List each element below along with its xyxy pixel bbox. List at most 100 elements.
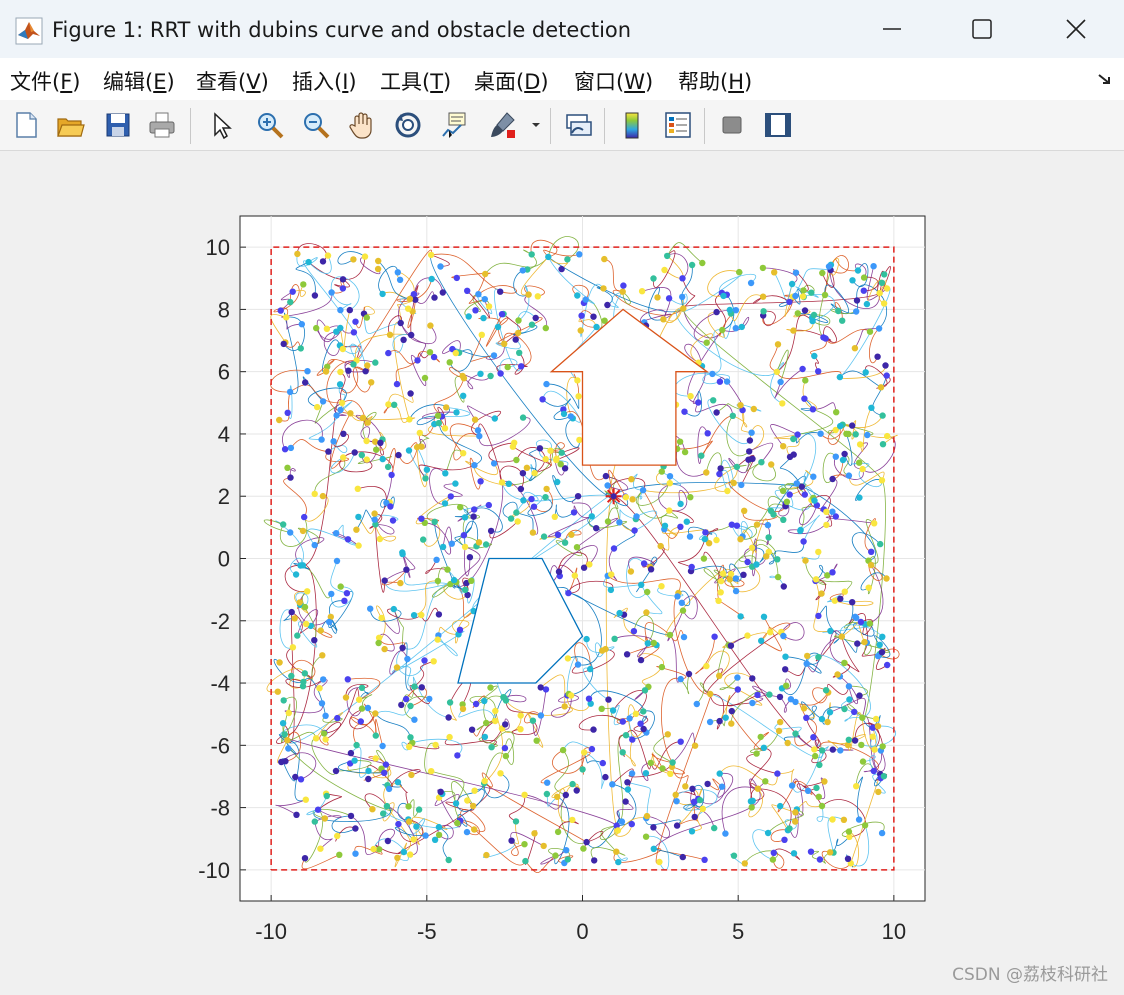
tree-node: [599, 647, 606, 654]
tree-node: [497, 770, 504, 777]
new-figure-button[interactable]: [8, 107, 44, 143]
y-tick-label: -2: [210, 609, 230, 634]
tree-node: [699, 259, 706, 267]
tree-node: [284, 464, 291, 471]
tree-node: [832, 453, 839, 460]
menu-desktop-key: D: [524, 70, 541, 94]
open-button[interactable]: [52, 107, 88, 143]
tree-node: [744, 632, 751, 639]
tree-node: [624, 779, 631, 786]
data-cursor-button[interactable]: [436, 107, 472, 143]
tree-node: [319, 258, 327, 265]
tree-node: [777, 378, 784, 386]
brush-dropdown[interactable]: [526, 107, 546, 143]
tree-node: [811, 497, 818, 504]
tree-node: [599, 759, 606, 767]
tree-node: [351, 449, 358, 456]
tree-node: [405, 305, 412, 312]
tree-node: [601, 255, 608, 263]
title-bar[interactable]: Figure 1: RRT with dubins curve and obst…: [0, 0, 1124, 58]
tree-node: [626, 715, 633, 722]
tree-node: [644, 640, 651, 647]
tree-node: [432, 741, 439, 749]
print-button[interactable]: [144, 107, 180, 143]
brush-button[interactable]: [484, 107, 520, 143]
pan-button[interactable]: [344, 107, 380, 143]
hide-plot-tools-button[interactable]: [714, 107, 750, 143]
close-button[interactable]: [1030, 0, 1122, 58]
tree-node: [314, 403, 321, 411]
tree-node: [870, 263, 877, 270]
tree-node: [562, 791, 569, 799]
zoom-in-button[interactable]: [252, 107, 288, 143]
tree-node: [468, 577, 475, 584]
menu-edit[interactable]: 编辑(E): [103, 66, 175, 96]
tree-node: [779, 400, 786, 407]
tree-node: [394, 269, 401, 276]
tree-node: [730, 479, 737, 487]
edit-plot-button[interactable]: [202, 107, 238, 143]
legend-button[interactable]: [660, 107, 696, 143]
tree-node: [780, 632, 787, 640]
menu-file[interactable]: 文件(F): [10, 66, 81, 96]
tree-node: [547, 447, 554, 454]
menu-help[interactable]: 帮助(H): [678, 66, 752, 96]
tree-node: [369, 806, 376, 813]
menu-desktop[interactable]: 桌面(D): [474, 66, 549, 96]
figure-canvas[interactable]: -10 -5 0 5 10 -10 -8 -6 -4 -2 0 2 4 6 8 10: [0, 151, 1124, 995]
tree-node: [463, 828, 471, 836]
tree-node: [448, 540, 455, 547]
tree-node: [879, 441, 887, 448]
tree-node: [540, 842, 547, 850]
tree-node: [741, 860, 748, 867]
save-button[interactable]: [100, 107, 136, 143]
tree-node: [810, 473, 817, 480]
tree-node: [777, 718, 784, 726]
maximize-button[interactable]: [936, 0, 1028, 58]
tree-node: [452, 800, 460, 807]
tree-node: [353, 741, 360, 749]
tree-node: [667, 770, 674, 777]
tree-node: [515, 329, 522, 337]
tree-node: [864, 431, 871, 439]
tree-node: [860, 287, 867, 294]
tree-node: [863, 300, 871, 308]
tree-node: [469, 802, 477, 810]
show-plot-tools-button[interactable]: [760, 107, 796, 143]
tree-node: [823, 508, 830, 515]
tree-node: [298, 321, 305, 328]
menu-window[interactable]: 窗口(W): [574, 66, 653, 96]
tree-node: [866, 328, 874, 335]
zoom-out-button[interactable]: [298, 107, 334, 143]
menu-tools[interactable]: 工具(T): [380, 66, 451, 96]
link-plot-button[interactable]: [560, 107, 596, 143]
tree-node: [351, 757, 358, 764]
tree-node: [781, 836, 788, 843]
tree-node: [471, 462, 478, 469]
tree-node: [862, 369, 869, 376]
tree-node: [804, 652, 811, 660]
tree-node: [849, 599, 856, 606]
minimize-button[interactable]: [846, 0, 938, 58]
tree-node: [661, 522, 669, 529]
tree-node: [338, 399, 346, 407]
tree-node: [498, 311, 506, 318]
tree-node: [371, 510, 378, 517]
menu-view[interactable]: 查看(V): [196, 66, 269, 96]
tree-node: [406, 295, 414, 303]
tree-node: [322, 736, 329, 743]
rrt-plot[interactable]: -10 -5 0 5 10 -10 -8 -6 -4 -2 0 2 4 6 8 10: [0, 151, 1124, 995]
tree-node: [687, 494, 694, 501]
tree-node: [347, 749, 355, 757]
colorbar-button[interactable]: [614, 107, 650, 143]
tree-node: [311, 490, 318, 498]
dock-arrow-icon[interactable]: [1096, 70, 1114, 88]
tree-node: [471, 506, 478, 513]
y-tick-label: -6: [210, 733, 230, 758]
menu-insert[interactable]: 插入(I): [292, 66, 357, 96]
tree-node: [365, 767, 372, 775]
tree-node: [790, 451, 797, 458]
rotate-3d-button[interactable]: [390, 107, 426, 143]
x-tick-label: 5: [732, 919, 744, 944]
tree-node: [347, 812, 355, 820]
